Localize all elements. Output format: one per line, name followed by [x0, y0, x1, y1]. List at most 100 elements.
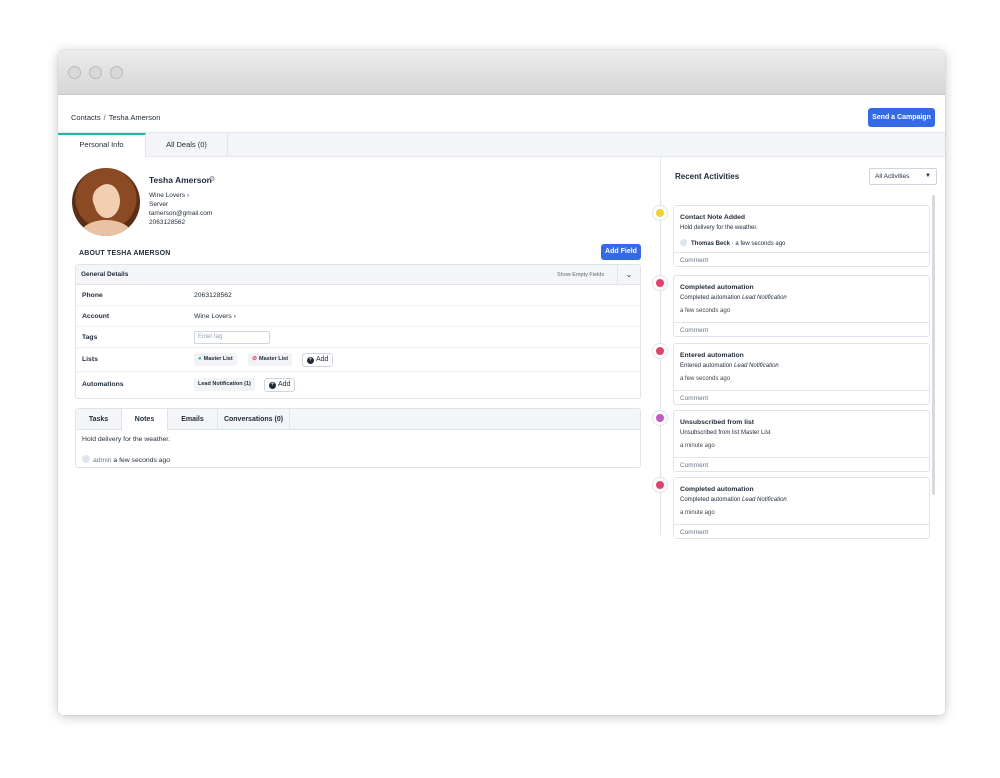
block-icon: ⊘ [252, 356, 258, 362]
user-icon [82, 455, 90, 463]
activity-description: Unsubscribed from list Master List [680, 430, 771, 436]
activity-description: Completed automation Lead Notification [680, 497, 787, 503]
activity-time: a minute ago [680, 443, 715, 449]
activity-time: · a few seconds ago [731, 241, 786, 247]
activity-dot-4 [656, 414, 664, 422]
automation-activity-icon [653, 344, 667, 358]
chevron-down-icon[interactable]: ⌄ [617, 265, 640, 285]
contact-account[interactable]: Wine Lovers › [149, 192, 189, 199]
activity-card: Completed automation Completed automatio… [673, 275, 930, 337]
send-campaign-button[interactable]: Send a Campaign [868, 108, 935, 127]
tab-all-deals[interactable]: All Deals (0) [146, 133, 228, 157]
contact-email[interactable]: tamerson@gmail.com [149, 210, 212, 217]
field-value-account[interactable]: Wine Lovers › [194, 313, 236, 320]
activities-scrollbar[interactable] [932, 195, 935, 495]
tab-notes[interactable]: Notes [122, 409, 168, 431]
page-header: Contacts / Tesha Amerson Send a Campaign [58, 95, 945, 133]
chevron-right-icon: › [233, 313, 236, 320]
activity-comment-input[interactable]: Comment [674, 524, 929, 539]
activity-dot-3 [656, 347, 664, 355]
activity-description-text: Completed automation [680, 295, 741, 301]
activity-description: Hold delivery for the weather. [680, 225, 758, 231]
show-empty-fields-link[interactable]: Show Empty Fields [557, 272, 604, 278]
browser-window: Contacts / Tesha Amerson Send a Campaign P… [58, 50, 945, 715]
add-list-button[interactable]: + Add [302, 353, 334, 367]
field-label-lists: Lists [82, 356, 98, 363]
field-label-automations: Automations [82, 381, 124, 388]
tab-tasks[interactable]: Tasks [76, 409, 122, 430]
field-label-tags: Tags [82, 334, 98, 341]
activities-filter-value: All Activities [875, 173, 910, 180]
activities-filter-select[interactable]: All Activities ▼ [869, 168, 937, 185]
recent-activities-title: Recent Activities [675, 172, 740, 181]
automation-activity-icon [653, 276, 667, 290]
gear-icon[interactable]: ⚙ [209, 175, 215, 183]
profile-tabs: Personal Info All Deals (0) [58, 133, 945, 157]
breadcrumb: Contacts / Tesha Amerson [71, 113, 160, 122]
activity-description-emphasis: Lead Notification [742, 295, 787, 301]
list-pill-unsubscribed[interactable]: ⊘ Master List [248, 353, 293, 366]
activity-time: a few seconds ago [680, 376, 731, 382]
tab-personal-info[interactable]: Personal Info [58, 133, 146, 157]
tag-input[interactable]: Enter tag [194, 331, 270, 344]
window-zoom-dot[interactable] [110, 66, 123, 79]
activity-dot-1 [656, 209, 664, 217]
contact-name: Tesha Amerson [149, 175, 212, 185]
activity-card: Completed automation Completed automatio… [673, 477, 930, 539]
activity-time: a few seconds ago [680, 308, 731, 314]
field-row-account: Account Wine Lovers › [76, 306, 640, 327]
avatar-shoulders [80, 220, 132, 236]
field-value-phone[interactable]: 2063128562 [194, 292, 232, 299]
automation-activity-icon [653, 478, 667, 492]
notes-card: Tasks Notes Emails Conversations (0) Hol… [75, 408, 641, 468]
list-pill-subscribed-label: Master List [203, 356, 233, 362]
breadcrumb-separator: / [103, 113, 106, 122]
activity-title: Entered automation [680, 352, 744, 359]
window-minimize-dot[interactable] [89, 66, 102, 79]
activity-title: Completed automation [680, 486, 754, 493]
chevron-right-icon: › [186, 192, 190, 199]
activity-title: Completed automation [680, 284, 754, 291]
general-details-title: General Details [81, 271, 129, 278]
list-pill-unsubscribed-label: Master List [259, 356, 289, 362]
automation-pill[interactable]: Lead Notification (1) [194, 378, 255, 391]
contact-account-name: Wine Lovers [149, 192, 186, 199]
user-icon [680, 239, 687, 246]
activity-author: Thomas Beck · a few seconds ago [680, 239, 785, 247]
activity-time: a minute ago [680, 510, 715, 516]
add-list-label: Add [316, 356, 329, 363]
activity-comment-input[interactable]: Comment [674, 322, 929, 337]
activity-description-emphasis: Lead Notification [742, 497, 787, 503]
list-pill-subscribed[interactable]: ● Master List [194, 353, 237, 366]
activity-comment-input[interactable]: Comment [674, 457, 929, 472]
add-field-button[interactable]: Add Field [601, 244, 641, 260]
window-close-dot[interactable] [68, 66, 81, 79]
field-row-lists: Lists ● Master List ⊘ Master List + Add [76, 348, 640, 372]
tab-conversations[interactable]: Conversations (0) [218, 409, 290, 430]
field-row-tags: Tags Enter tag [76, 327, 640, 348]
about-heading: ABOUT TESHA AMERSON [79, 250, 171, 257]
add-automation-button[interactable]: + Add [264, 378, 296, 392]
caret-down-icon: ▼ [925, 173, 931, 179]
tab-emails[interactable]: Emails [168, 409, 218, 430]
breadcrumb-contacts-link[interactable]: Contacts [71, 113, 101, 122]
activity-description-emphasis: Lead Notification [734, 363, 779, 369]
activity-card: Contact Note Added Hold delivery for the… [673, 205, 930, 267]
activity-title: Contact Note Added [680, 214, 746, 221]
plus-circle-icon: + [269, 382, 276, 389]
field-row-automations: Automations Lead Notification (1) + Add [76, 372, 640, 398]
activity-comment-input[interactable]: Comment [674, 390, 929, 405]
note-author: admin [93, 457, 112, 464]
activity-description: Completed automation Lead Notification [680, 295, 787, 301]
avatar-face [94, 184, 120, 218]
activity-card: Entered automation Entered automation Le… [673, 343, 930, 405]
field-label-account: Account [82, 313, 110, 320]
activity-description-text: Entered automation [680, 363, 733, 369]
contact-phone: 2063128562 [149, 219, 186, 226]
activity-dot-2 [656, 279, 664, 287]
window-titlebar [58, 50, 945, 95]
add-automation-label: Add [278, 381, 291, 388]
contact-page: Contacts / Tesha Amerson Send a Campaign P… [58, 95, 945, 715]
activity-comment-input[interactable]: Comment [674, 252, 929, 267]
activity-author-name: Thomas Beck [691, 241, 731, 247]
